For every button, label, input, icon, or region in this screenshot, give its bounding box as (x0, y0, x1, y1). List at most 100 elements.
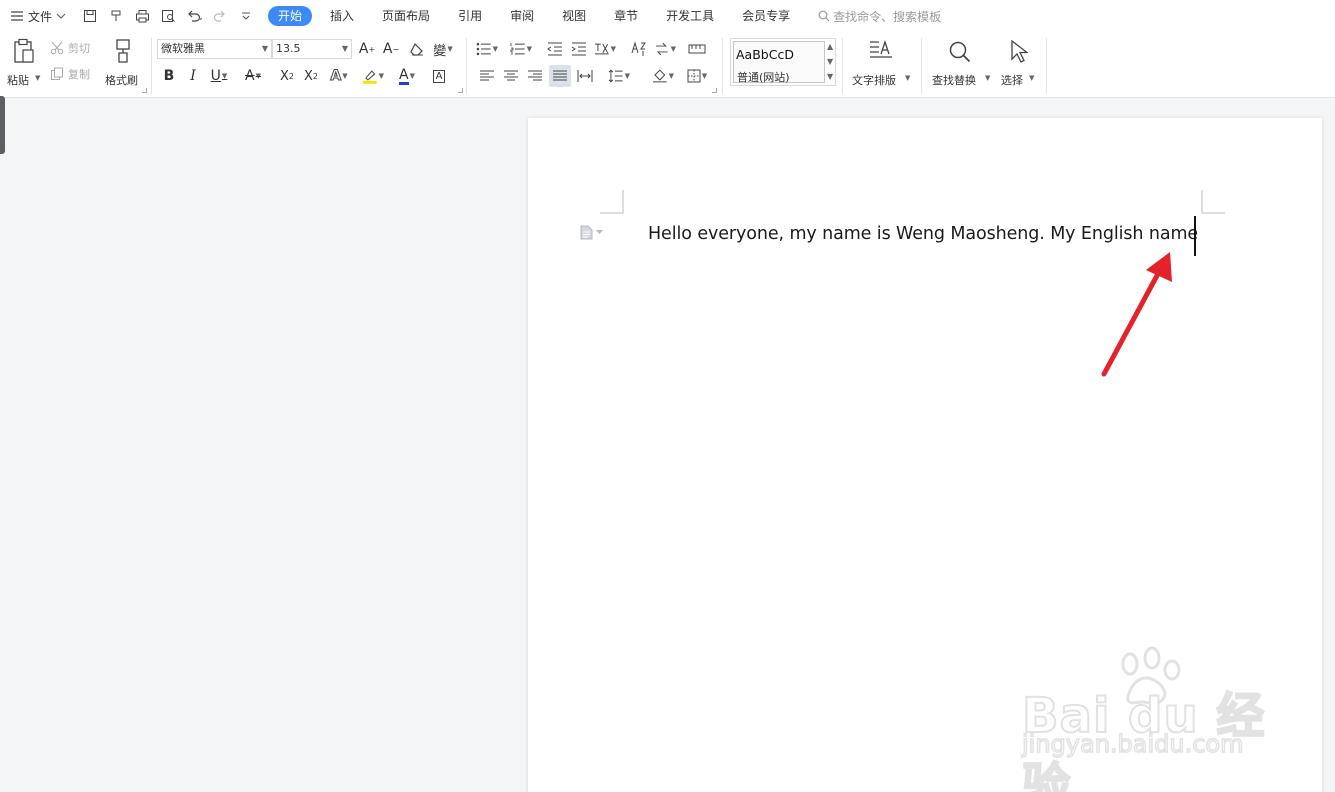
tab-references[interactable]: 引用 (444, 6, 496, 26)
phonetic-guide-icon[interactable]: 變 ▼ (432, 38, 454, 60)
copy-button[interactable]: 复制 (50, 66, 90, 82)
tab-stops-icon[interactable] (686, 38, 708, 60)
find-replace-button[interactable]: 查找替换 ▼ (930, 36, 992, 92)
document-text[interactable]: Hello everyone, my name is Weng Maosheng… (648, 224, 1198, 244)
divider (466, 38, 467, 94)
font-group-launcher[interactable] (458, 88, 463, 93)
print-preview-icon[interactable] (158, 6, 178, 26)
tab-chapter[interactable]: 章节 (600, 6, 652, 26)
select-label: 选择 (1001, 74, 1023, 87)
clipboard-group-launcher[interactable] (142, 88, 147, 93)
strikethrough-icon[interactable]: A ▼ (242, 65, 264, 87)
tab-page-layout[interactable]: 页面布局 (368, 6, 444, 26)
file-menu[interactable]: 文件 (10, 8, 66, 25)
format-painter-quick-icon[interactable] (106, 6, 126, 26)
undo-icon[interactable] (184, 6, 204, 26)
paste-dropdown-icon: ▼ (35, 74, 41, 82)
file-menu-label: 文件 (28, 9, 53, 24)
bullet-list-icon[interactable]: ▼ (476, 38, 498, 60)
style-normal-web[interactable]: AaBbCcD 普通(网站) (733, 41, 825, 84)
bold-icon[interactable]: B (158, 65, 180, 87)
numbered-list-icon[interactable]: ▼ (510, 38, 532, 60)
baidu-watermark: Bai du 经验 jingyan.baidu.com (1020, 640, 1270, 792)
tab-member[interactable]: 会员专享 (728, 6, 804, 26)
search-icon (818, 10, 830, 22)
copy-icon (51, 67, 63, 80)
font-size-select[interactable]: 13.5 ▼ (272, 39, 352, 59)
align-left-icon[interactable] (476, 65, 498, 87)
margin-corner-mark (600, 190, 624, 214)
style-preview-text: AaBbCcD (736, 47, 794, 62)
paste-button[interactable]: 粘贴 ▼ (6, 36, 42, 92)
divider (921, 38, 922, 94)
paste-icon (14, 38, 34, 63)
sort-icon[interactable] (628, 38, 650, 60)
style-more-icon[interactable]: ▼ (827, 72, 833, 81)
align-right-icon[interactable] (524, 65, 546, 87)
text-cursor (1194, 216, 1196, 256)
find-replace-label: 查找替换 (932, 74, 976, 87)
text-effects-icon[interactable]: A ▼ (328, 65, 350, 87)
save-icon[interactable] (80, 6, 100, 26)
style-gallery[interactable]: AaBbCcD 普通(网站) ▲ ▼ ▼ (730, 38, 836, 86)
italic-icon[interactable]: I (182, 65, 204, 87)
copy-label: 复制 (68, 68, 90, 81)
chevron-down-icon: ▼ (905, 74, 911, 82)
scissors-icon (50, 41, 64, 55)
paragraph-group-launcher[interactable] (712, 88, 717, 93)
distribute-icon[interactable] (574, 65, 596, 87)
redo-icon[interactable] (210, 6, 230, 26)
underline-icon[interactable]: U ▼ (208, 65, 230, 87)
increase-indent-icon[interactable] (568, 38, 590, 60)
chevron-down-icon: ▼ (261, 44, 268, 53)
highlight-icon[interactable]: ▼ (362, 65, 384, 87)
borders-icon[interactable]: ▼ (686, 65, 708, 87)
font-color-icon[interactable]: A ▼ (396, 65, 418, 87)
clear-format-icon[interactable] (406, 38, 428, 60)
format-painter-button[interactable]: 格式刷 (104, 36, 144, 92)
chevron-down-icon: ▼ (341, 44, 348, 53)
select-button[interactable]: 选择 ▼ (998, 36, 1038, 92)
tab-insert[interactable]: 插入 (316, 6, 368, 26)
chinese-layout-icon[interactable]: ▼ (594, 38, 616, 60)
align-center-icon[interactable] (500, 65, 522, 87)
ribbon: 粘贴 ▼ 剪切 复制 格式刷 微软雅黑 ▼ 13.5 ▼ A + A − 變 ▼ B … (0, 32, 1335, 98)
text-layout-button[interactable]: 文字排版 ▼ (850, 36, 912, 92)
cut-button[interactable]: 剪切 (50, 40, 90, 56)
superscript-icon[interactable]: X2 (276, 65, 298, 87)
tab-home[interactable]: 开始 (268, 6, 313, 26)
justify-icon[interactable] (549, 65, 571, 87)
line-spacing-icon[interactable]: ▼ (608, 65, 630, 87)
customize-toolbar-icon[interactable] (236, 6, 256, 26)
show-marks-icon[interactable]: ▼ (654, 38, 676, 60)
subscript-icon[interactable]: X2 (300, 65, 322, 87)
cursor-pointer-icon (1011, 40, 1028, 63)
navigation-pane-handle[interactable] (0, 96, 5, 154)
font-size-value: 13.5 (276, 42, 301, 55)
style-scroll-down-icon[interactable]: ▼ (827, 57, 833, 66)
ribbon-tabs: 开始 插入 页面布局 引用 审阅 视图 章节 开发工具 会员专享 (268, 6, 804, 26)
character-border-icon[interactable]: A (428, 65, 450, 87)
paste-label: 粘贴 (7, 74, 29, 87)
margin-corner-mark (1201, 190, 1225, 214)
watermark-url: jingyan.baidu.com (1021, 729, 1244, 759)
font-name-value: 微软雅黑 (161, 42, 205, 55)
tab-review[interactable]: 审阅 (496, 6, 548, 26)
shrink-font-icon[interactable]: A − (380, 38, 402, 60)
chevron-down-icon (596, 230, 603, 234)
quick-access-toolbar (80, 6, 256, 26)
grow-font-icon[interactable]: A + (356, 38, 378, 60)
format-painter-label: 格式刷 (105, 74, 138, 87)
paragraph-handle[interactable] (580, 225, 603, 240)
style-scroll-up-icon[interactable]: ▲ (827, 42, 833, 51)
hamburger-icon (11, 11, 23, 21)
font-name-select[interactable]: 微软雅黑 ▼ (157, 39, 272, 59)
command-search[interactable]: 查找命令、搜索模板 (818, 8, 941, 25)
decrease-indent-icon[interactable] (544, 38, 566, 60)
chevron-down-icon: ▼ (1029, 74, 1035, 82)
chevron-down-icon (56, 13, 66, 19)
tab-developer[interactable]: 开发工具 (652, 6, 728, 26)
tab-view[interactable]: 视图 (548, 6, 600, 26)
shading-icon[interactable]: ▼ (652, 65, 674, 87)
print-icon[interactable] (132, 6, 152, 26)
